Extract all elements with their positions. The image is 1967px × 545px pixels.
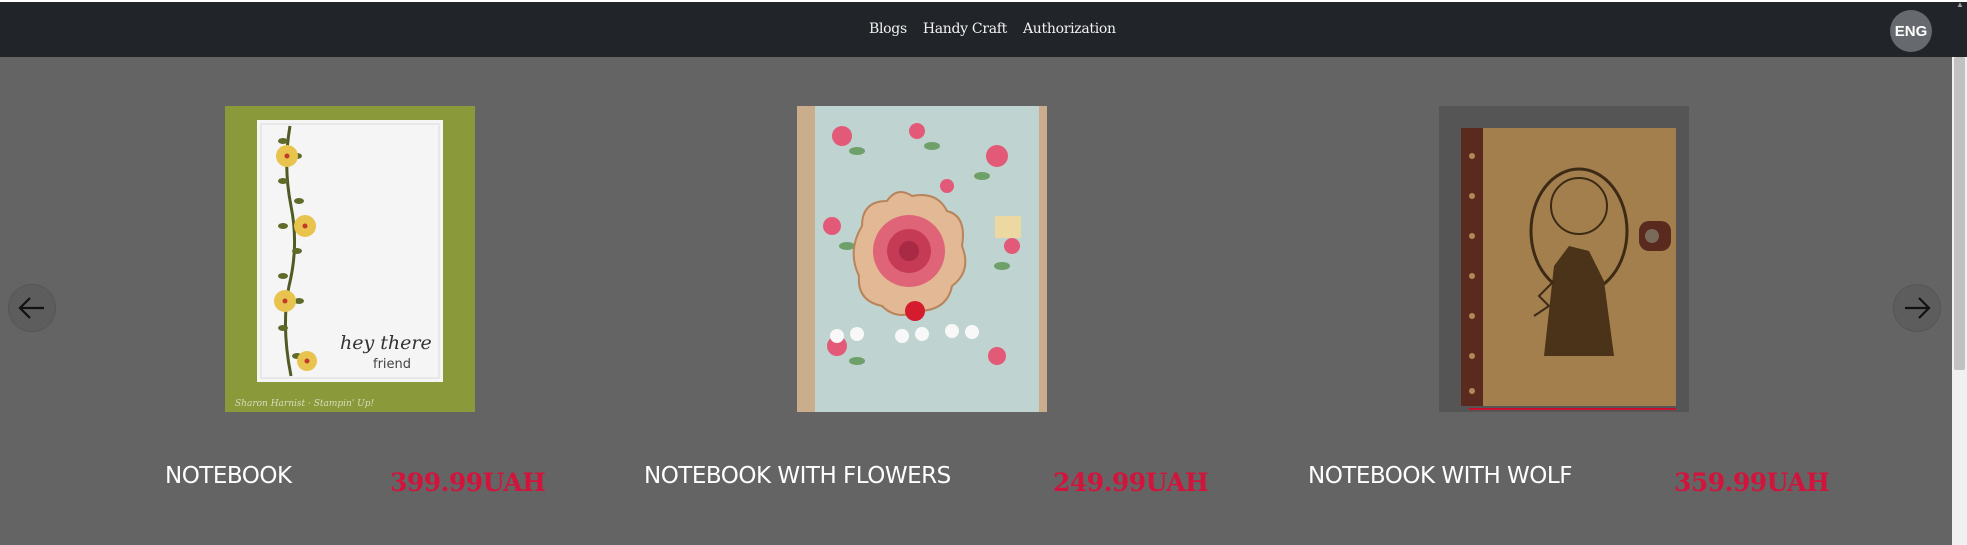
product-name-notebook[interactable]: NOTEBOOK <box>165 463 292 489</box>
product-price-notebook-wolf: 359.99UAH <box>1674 468 1830 497</box>
nav-links: Blogs Handy Craft Authorization <box>869 21 1116 37</box>
notebook-flowers-image[interactable] <box>797 106 1047 412</box>
top-navbar: Blogs Handy Craft Authorization ENG <box>0 2 1967 57</box>
product-name-notebook-wolf[interactable]: NOTEBOOK WITH WOLF <box>1308 463 1572 489</box>
svg-text:friend: friend <box>373 357 411 372</box>
notebook-card-image[interactable]: hey there friend Sharon Harnist · Stampi… <box>225 106 475 412</box>
carousel-next-button[interactable] <box>1893 284 1941 332</box>
nav-link-authorization[interactable]: Authorization <box>1023 21 1116 37</box>
notebook-wolf-image[interactable] <box>1439 106 1689 412</box>
product-name-notebook-flowers[interactable]: NOTEBOOK WITH FLOWERS <box>644 463 951 489</box>
svg-text:hey there: hey there <box>340 332 432 354</box>
language-switch-button[interactable]: ENG <box>1890 10 1932 52</box>
arrow-right-icon <box>1905 297 1931 319</box>
scrollbar-thumb[interactable] <box>1954 57 1965 370</box>
nav-link-blogs[interactable]: Blogs <box>869 21 907 37</box>
scroll-up-icon[interactable]: ▲ <box>1955 0 1965 10</box>
arrow-left-icon <box>18 297 44 319</box>
product-price-notebook-flowers: 249.99UAH <box>1053 468 1209 497</box>
svg-text:Sharon Harnist · Stampin' Up!: Sharon Harnist · Stampin' Up! <box>235 399 375 409</box>
product-price-notebook: 399.99UAH <box>390 468 546 497</box>
carousel-prev-button[interactable] <box>8 284 56 332</box>
nav-link-handy-craft[interactable]: Handy Craft <box>923 21 1007 37</box>
